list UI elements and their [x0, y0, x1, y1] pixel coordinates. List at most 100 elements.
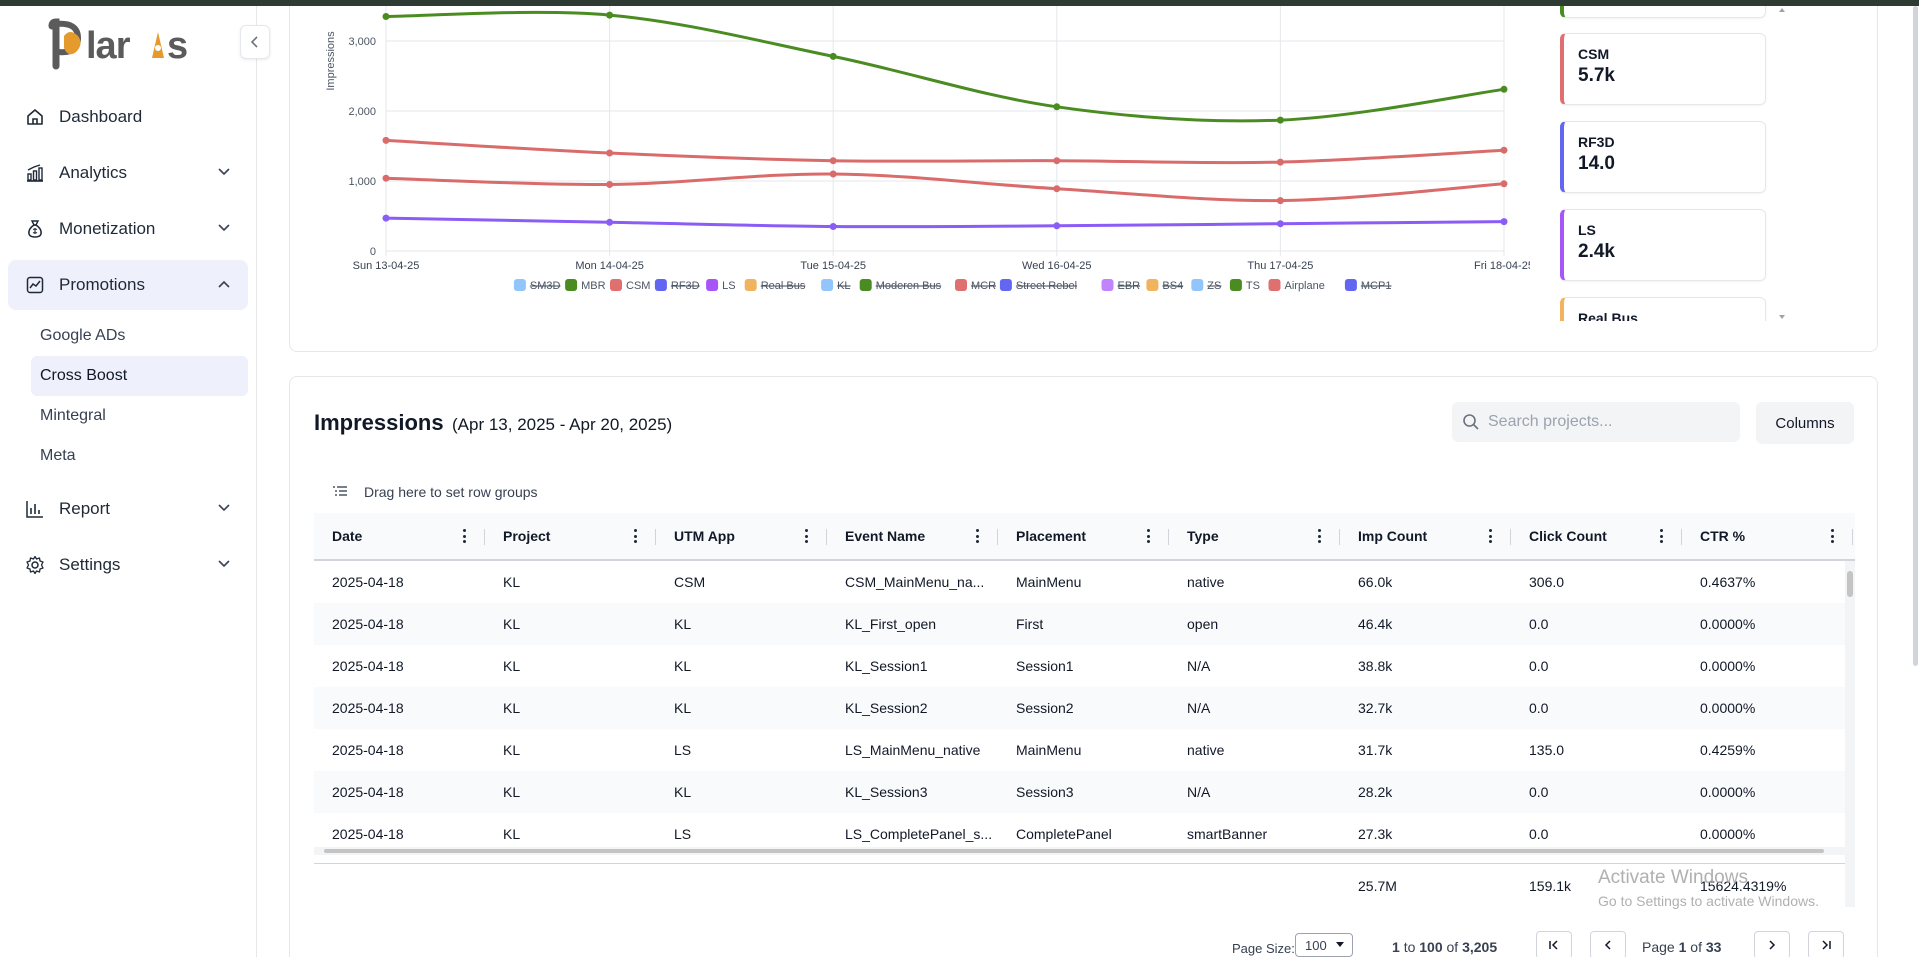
- column-menu-icon[interactable]: [1316, 527, 1322, 545]
- column-header[interactable]: Click Count: [1511, 513, 1682, 559]
- column-header[interactable]: Type: [1169, 513, 1340, 559]
- legend-item-mbr[interactable]: MBR: [581, 280, 606, 292]
- legend-item-mcp1[interactable]: MCP1: [1361, 280, 1392, 292]
- column-menu-icon[interactable]: [461, 527, 467, 545]
- stat-card-csm[interactable]: CSM 5.7k: [1560, 33, 1766, 105]
- page-size-select[interactable]: 100: [1295, 933, 1353, 957]
- stat-card-real-bus[interactable]: Real Bus: [1560, 297, 1766, 321]
- scrollbar-thumb[interactable]: [1847, 571, 1853, 597]
- next-page-button[interactable]: [1754, 931, 1790, 957]
- sidebar-item-monetization[interactable]: Monetization: [8, 204, 248, 254]
- table-cell: 0.0000%: [1700, 657, 1756, 674]
- legend-item-moderen-bus[interactable]: Moderen Bus: [876, 280, 942, 292]
- column-header[interactable]: Placement: [998, 513, 1169, 559]
- data-point: [1276, 116, 1284, 124]
- svg-text:lar: lar: [86, 25, 131, 67]
- column-menu-icon[interactable]: [1829, 527, 1835, 545]
- previous-page-button[interactable]: [1590, 931, 1626, 957]
- sidebar-item-settings[interactable]: Settings: [8, 540, 248, 590]
- sidebar-collapse-button[interactable]: [240, 25, 270, 59]
- table-cell: CSM_MainMenu_na...: [845, 573, 985, 590]
- sidebar-item-report[interactable]: Report: [8, 484, 248, 534]
- report-icon: [24, 498, 46, 520]
- search-box[interactable]: [1452, 402, 1740, 442]
- column-header-label: UTM App: [674, 528, 735, 544]
- table-row[interactable]: 2025-04-18 KL KL KL_Session2 Session2 N/A 32.7…: [314, 687, 1855, 729]
- polaris-logo[interactable]: lar s: [48, 18, 210, 70]
- first-page-button[interactable]: [1536, 931, 1572, 957]
- legend-item-kl[interactable]: KL: [837, 280, 850, 292]
- scrollbar-thumb[interactable]: [324, 849, 1824, 853]
- search-input[interactable]: [1488, 413, 1728, 431]
- grid-horizontal-scrollbar[interactable]: [314, 847, 1845, 855]
- data-point: [1053, 185, 1061, 193]
- range-to: 100: [1419, 939, 1443, 955]
- table-row[interactable]: 2025-04-18 KL KL KL_Session1 Session1 N/A 38.8…: [314, 645, 1855, 687]
- data-point: [1276, 197, 1284, 205]
- columns-button[interactable]: Columns: [1756, 402, 1854, 444]
- column-separator[interactable]: [1852, 529, 1853, 545]
- column-header[interactable]: Imp Count: [1340, 513, 1511, 559]
- column-header[interactable]: CTR %: [1682, 513, 1853, 559]
- page-word: Page: [1642, 939, 1675, 955]
- data-point: [829, 52, 837, 60]
- impressions-line-chart: 0 1,000 2,000 3,000 Sun 13-04-25 Mon 14-04-25…: [325, 6, 1530, 292]
- page-scrollbar[interactable]: [1911, 6, 1919, 957]
- sidebar-item-promotions[interactable]: Promotions: [8, 260, 248, 310]
- y-tick-label: 3,000: [348, 36, 376, 48]
- table-cell: KL: [503, 699, 521, 716]
- table-cell: LS_MainMenu_native: [845, 741, 981, 758]
- column-menu-icon[interactable]: [1145, 527, 1151, 545]
- legend-swatch: [1146, 279, 1159, 291]
- table-row[interactable]: 2025-04-18 KL LS LS_MainMenu_native MainMenu…: [314, 729, 1855, 771]
- row-group-dropzone[interactable]: Drag here to set row groups: [332, 481, 538, 503]
- sidebar-item-analytics[interactable]: Analytics: [8, 148, 248, 198]
- stat-card-ls[interactable]: LS 2.4k: [1560, 209, 1766, 281]
- legend-swatch: [859, 279, 872, 291]
- sidebar-subitem-meta[interactable]: Meta: [31, 436, 248, 476]
- stat-card-rf3d[interactable]: RF3D 14.0: [1560, 121, 1766, 193]
- legend-item-zs[interactable]: ZS: [1207, 280, 1221, 292]
- legend-item-sm3d[interactable]: SM3D: [530, 280, 561, 292]
- table-row[interactable]: 2025-04-18 KL KL KL_First_open First open 46.4…: [314, 603, 1855, 645]
- sidebar-item-label: Analytics: [59, 163, 128, 182]
- table-cell: native: [1187, 741, 1225, 758]
- column-header[interactable]: Event Name: [827, 513, 998, 559]
- sidebar-item-dashboard[interactable]: Dashboard: [8, 92, 248, 142]
- page-of-word: of: [1690, 939, 1702, 955]
- table-cell: 2025-04-18: [332, 573, 404, 590]
- legend-item-real-bus[interactable]: Real Bus: [761, 280, 806, 292]
- column-menu-icon[interactable]: [1487, 527, 1493, 545]
- column-header[interactable]: Project: [485, 513, 656, 559]
- legend-item-mcr[interactable]: MCR: [971, 280, 996, 292]
- sidebar-subitem-google-ads[interactable]: Google ADs: [31, 316, 248, 356]
- legend-item-airplane[interactable]: Airplane: [1285, 280, 1325, 292]
- sidebar-subitem-mintegral[interactable]: Mintegral: [31, 396, 248, 436]
- legend-item-ls[interactable]: LS: [722, 280, 735, 292]
- table-cell: 2025-04-18: [332, 657, 404, 674]
- table-row[interactable]: 2025-04-18 KL CSM CSM_MainMenu_na... MainMen…: [314, 561, 1855, 603]
- scrollbar-thumb[interactable]: [1913, 6, 1918, 666]
- column-header[interactable]: UTM App: [656, 513, 827, 559]
- grid-vertical-scrollbar[interactable]: [1845, 561, 1855, 907]
- table-row[interactable]: 2025-04-18 KL KL KL_Session3 Session3 N/A 28.2…: [314, 771, 1855, 813]
- legend-item-street-rebel[interactable]: Street Rebel: [1016, 280, 1077, 292]
- legend-item-csm[interactable]: CSM: [626, 280, 650, 292]
- legend-item-rf3d[interactable]: RF3D: [671, 280, 700, 292]
- column-menu-icon[interactable]: [974, 527, 980, 545]
- sidebar-subitem-cross-boost[interactable]: Cross Boost: [31, 356, 248, 396]
- stats-panel: CSM 5.7k RF3D 14.0 LS 2.4k Real Bus: [1560, 6, 1778, 321]
- column-menu-icon[interactable]: [803, 527, 809, 545]
- legend-item-ebr[interactable]: EBR: [1118, 280, 1141, 292]
- column-header[interactable]: Date: [314, 513, 485, 559]
- last-page-button[interactable]: [1808, 931, 1844, 957]
- legend-item-bs4[interactable]: BS4: [1162, 280, 1183, 292]
- table-cell: KL_Session3: [845, 783, 928, 800]
- legend-item-ts[interactable]: TS: [1246, 280, 1260, 292]
- table-cell: 32.7k: [1358, 699, 1393, 716]
- stats-scrollbar[interactable]: [1778, 6, 1786, 321]
- column-menu-icon[interactable]: [1658, 527, 1664, 545]
- data-point: [1500, 85, 1508, 93]
- current-page: 1: [1678, 939, 1687, 955]
- column-menu-icon[interactable]: [632, 527, 638, 545]
